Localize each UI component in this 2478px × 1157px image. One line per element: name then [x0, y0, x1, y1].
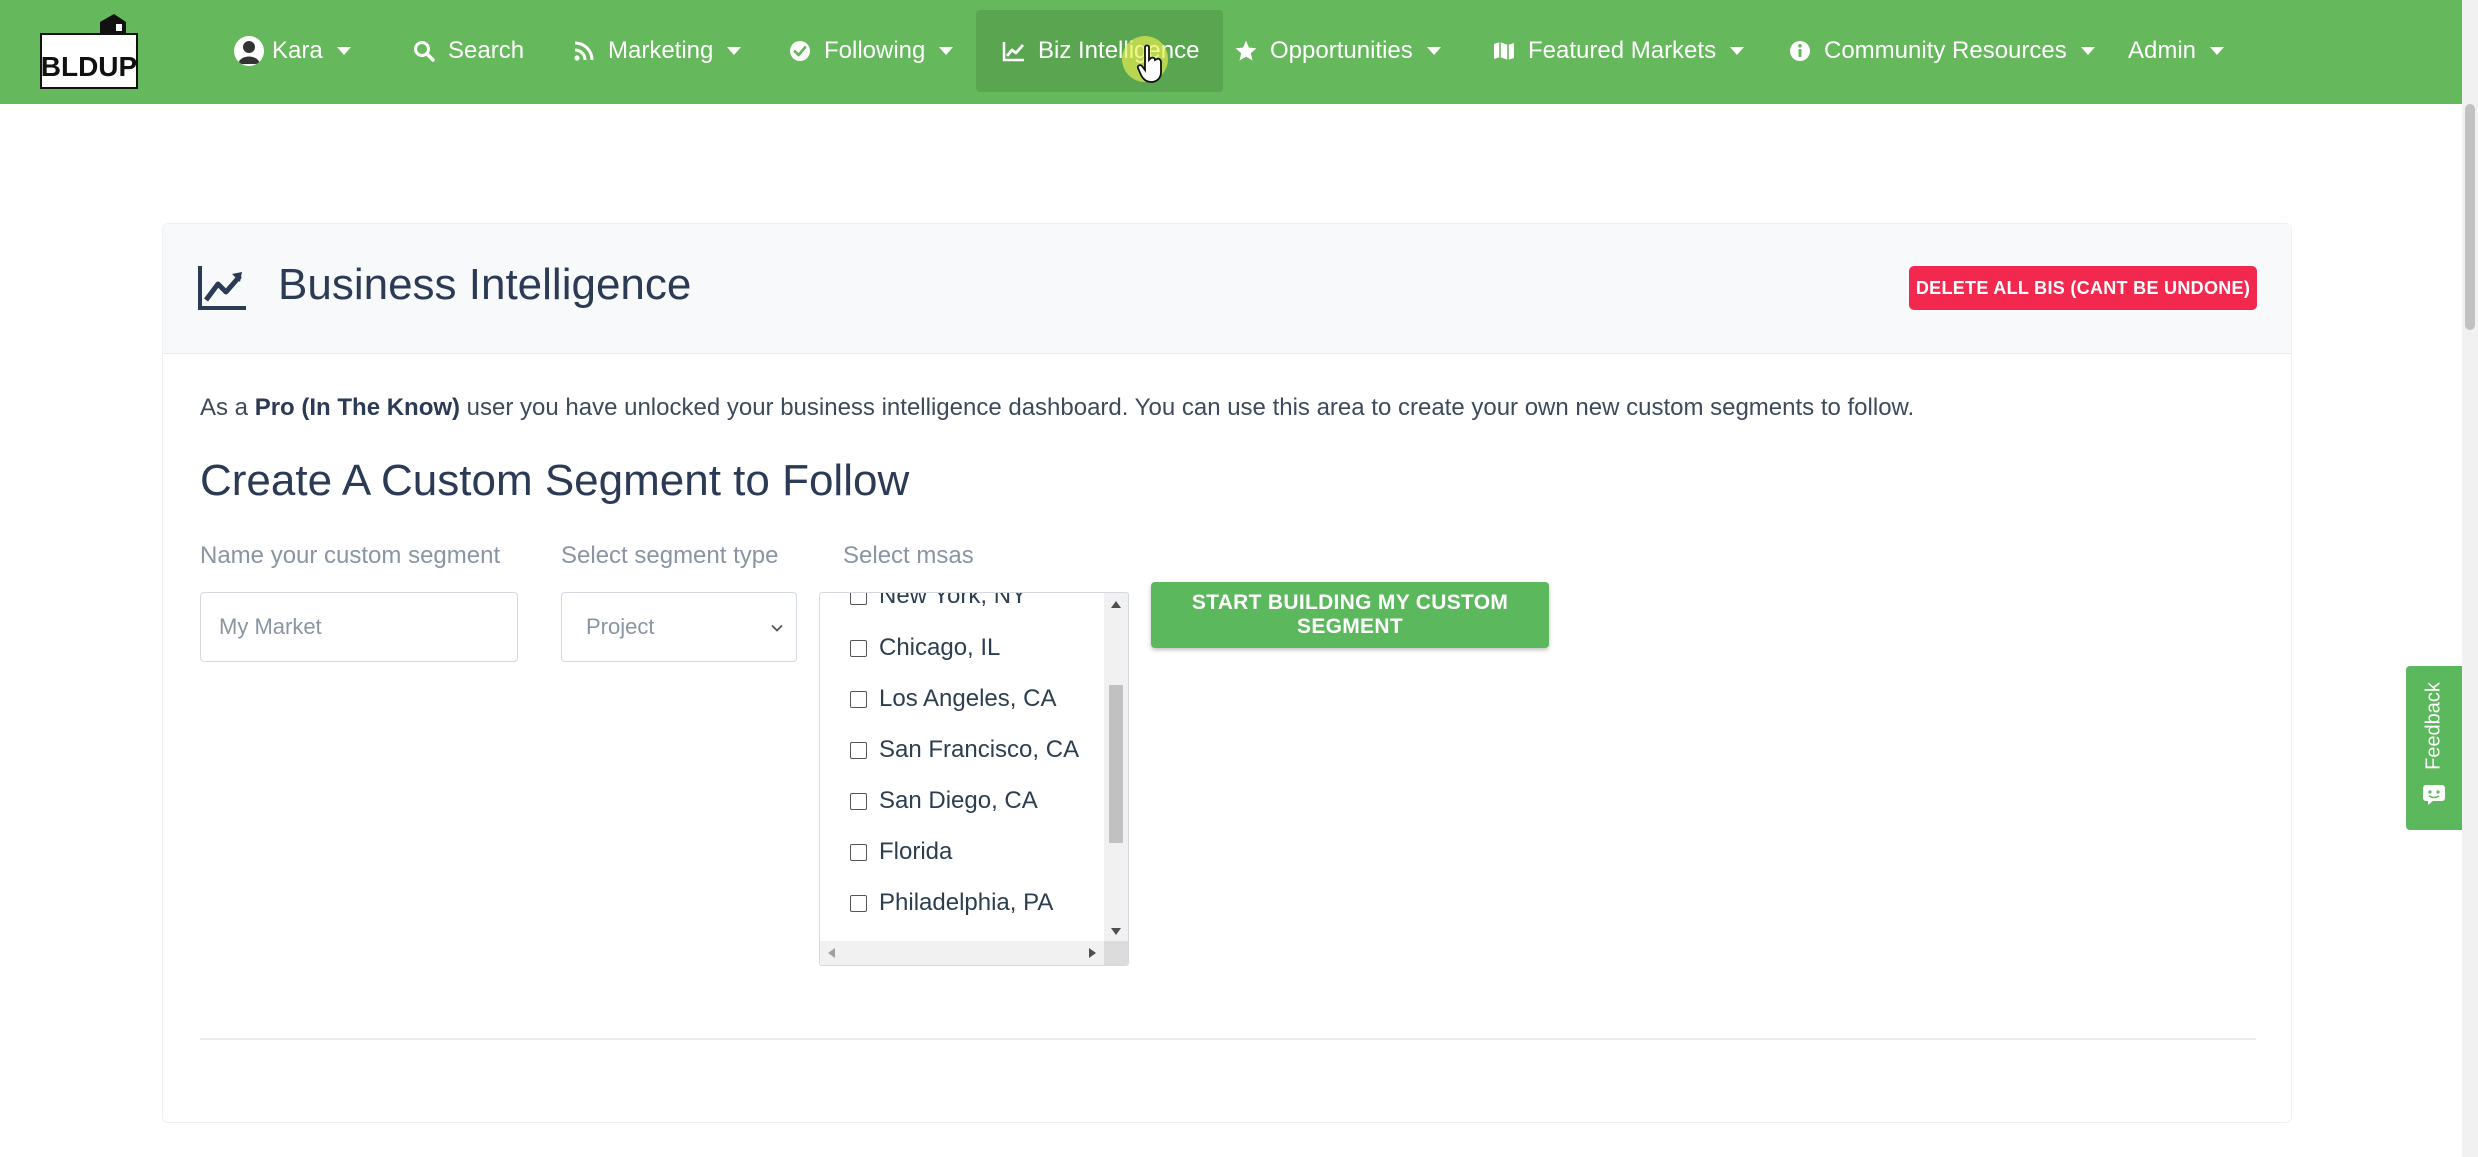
nav-user-menu[interactable]: Kara	[234, 10, 351, 92]
chevron-down-icon	[727, 47, 742, 55]
nav-community-resources[interactable]: Community Resources	[1786, 10, 2095, 92]
scroll-left-arrow-icon[interactable]	[828, 948, 835, 958]
bldup-logo[interactable]: BLDUP	[40, 12, 138, 90]
msa-option[interactable]: Chicago, IL	[850, 628, 1000, 668]
hand-cursor-icon	[1136, 44, 1162, 83]
scroll-up-arrow-icon[interactable]	[1111, 601, 1121, 608]
msa-option[interactable]: San Diego, CA	[850, 781, 1038, 821]
segment-type-value: Project	[586, 614, 655, 639]
nav-following[interactable]: Following	[786, 10, 954, 92]
msa-option-label: San Diego, CA	[879, 787, 1038, 814]
nav-marketing[interactable]: Marketing	[570, 10, 742, 92]
msa-option-label: Los Angeles, CA	[879, 685, 1057, 712]
chevron-down-icon	[2080, 47, 2095, 55]
start-building-segment-button[interactable]: START BUILDING MY CUSTOM SEGMENT	[1151, 582, 1549, 648]
msa-option-label: Florida	[879, 838, 953, 865]
chevron-down-icon	[336, 47, 351, 55]
feedback-tab[interactable]: Feedback	[2406, 666, 2462, 830]
msa-checkbox[interactable]	[850, 741, 867, 759]
page-title: Business Intelligence	[278, 260, 692, 309]
msa-option[interactable]: Florida	[850, 832, 952, 872]
msa-checkbox[interactable]	[850, 792, 867, 810]
nav-biz-intelligence-label: Biz Intelligence	[1038, 37, 1200, 64]
msa-checkbox[interactable]	[850, 690, 867, 708]
msas-list[interactable]: New York, NY Chicago, IL Los Angeles, CA…	[820, 593, 1104, 941]
segment-type-label: Select segment type	[561, 542, 779, 569]
rss-icon	[570, 37, 598, 65]
segment-name-label: Name your custom segment	[200, 542, 501, 569]
nav-featured-markets-label: Featured Markets	[1528, 37, 1717, 64]
page-scrollbar[interactable]	[2462, 0, 2478, 1157]
page-scrollbar-thumb[interactable]	[2465, 104, 2475, 330]
chevron-down-icon	[2210, 47, 2225, 55]
scroll-right-arrow-icon[interactable]	[1089, 948, 1096, 958]
nav-user-label: Kara	[272, 37, 323, 64]
msa-checkbox[interactable]	[850, 894, 867, 912]
info-circle-icon	[1786, 37, 1814, 65]
nav-community-resources-label: Community Resources	[1824, 37, 2067, 64]
nav-opportunities-label: Opportunities	[1270, 37, 1413, 64]
chevron-down-icon	[1426, 47, 1441, 55]
logo-text: BLDUP	[41, 51, 137, 82]
search-icon	[410, 37, 438, 65]
line-chart-icon	[198, 266, 246, 310]
msa-option-label: San Francisco, CA	[879, 736, 1080, 763]
msas-multiselect[interactable]: New York, NY Chicago, IL Los Angeles, CA…	[819, 592, 1129, 966]
chevron-down-icon	[771, 624, 783, 632]
msa-option-label: New York, NY	[879, 593, 1028, 609]
msa-option[interactable]: Los Angeles, CA	[850, 679, 1056, 719]
msa-checkbox[interactable]	[850, 843, 867, 861]
segment-type-select[interactable]: Project	[561, 592, 797, 662]
msa-option-label: Chicago, IL	[879, 634, 1001, 661]
check-circle-icon	[786, 37, 814, 65]
intro-plan-name: Pro (In The Know)	[254, 394, 461, 421]
nav-following-label: Following	[824, 37, 926, 64]
nav-search[interactable]: Search	[410, 10, 524, 92]
scroll-down-arrow-icon[interactable]	[1111, 928, 1121, 935]
nav-biz-intelligence[interactable]: Biz Intelligence	[976, 10, 1224, 92]
star-icon	[1232, 37, 1260, 65]
section-divider	[200, 1038, 2256, 1040]
msa-checkbox[interactable]	[850, 639, 867, 657]
card-header: Business Intelligence DELETE ALL BIS (CA…	[163, 224, 2291, 354]
msas-label: Select msas	[843, 542, 974, 569]
msa-option-partial[interactable]	[850, 934, 879, 941]
nav-opportunities[interactable]: Opportunities	[1232, 10, 1441, 92]
intro-text: As a Pro (In The Know) user you have unl…	[200, 394, 1914, 422]
msa-option[interactable]: Philadelphia, PA	[850, 883, 1053, 923]
nav-featured-markets[interactable]: Featured Markets	[1490, 10, 1745, 92]
top-navbar: BLDUP Kara Search Marketing Following Bi	[0, 0, 2462, 104]
section-title: Create A Custom Segment to Follow	[200, 456, 910, 505]
intro-suffix: user you have unlocked your business int…	[460, 394, 1915, 421]
chevron-down-icon	[939, 47, 954, 55]
msas-scrollbar-thumb[interactable]	[1109, 685, 1123, 843]
delete-all-bis-button[interactable]: DELETE ALL BIS (CANT BE UNDONE)	[1909, 266, 2257, 310]
user-avatar-icon	[234, 36, 264, 66]
map-icon	[1490, 37, 1518, 65]
chevron-down-icon	[1730, 47, 1745, 55]
msa-checkbox[interactable]	[850, 593, 867, 605]
nav-marketing-label: Marketing	[608, 37, 714, 64]
nav-admin-label: Admin	[2128, 37, 2197, 64]
business-intelligence-card: Business Intelligence DELETE ALL BIS (CA…	[162, 223, 2292, 1123]
nav-search-label: Search	[448, 37, 525, 64]
msa-option[interactable]: San Francisco, CA	[850, 730, 1079, 770]
intro-prefix: As a	[200, 394, 255, 421]
msas-vertical-scrollbar[interactable]	[1104, 593, 1128, 943]
msa-option[interactable]: New York, NY	[850, 593, 1027, 616]
nav-admin[interactable]: Admin	[2128, 10, 2225, 92]
chat-bubble-icon	[2423, 785, 2445, 805]
segment-name-input[interactable]	[200, 592, 518, 662]
scrollbar-corner	[1104, 941, 1128, 965]
msa-option-label: Philadelphia, PA	[879, 889, 1054, 916]
feedback-label: Feedback	[2422, 682, 2445, 770]
line-chart-icon	[1000, 37, 1028, 65]
msas-horizontal-scrollbar[interactable]	[820, 941, 1104, 965]
